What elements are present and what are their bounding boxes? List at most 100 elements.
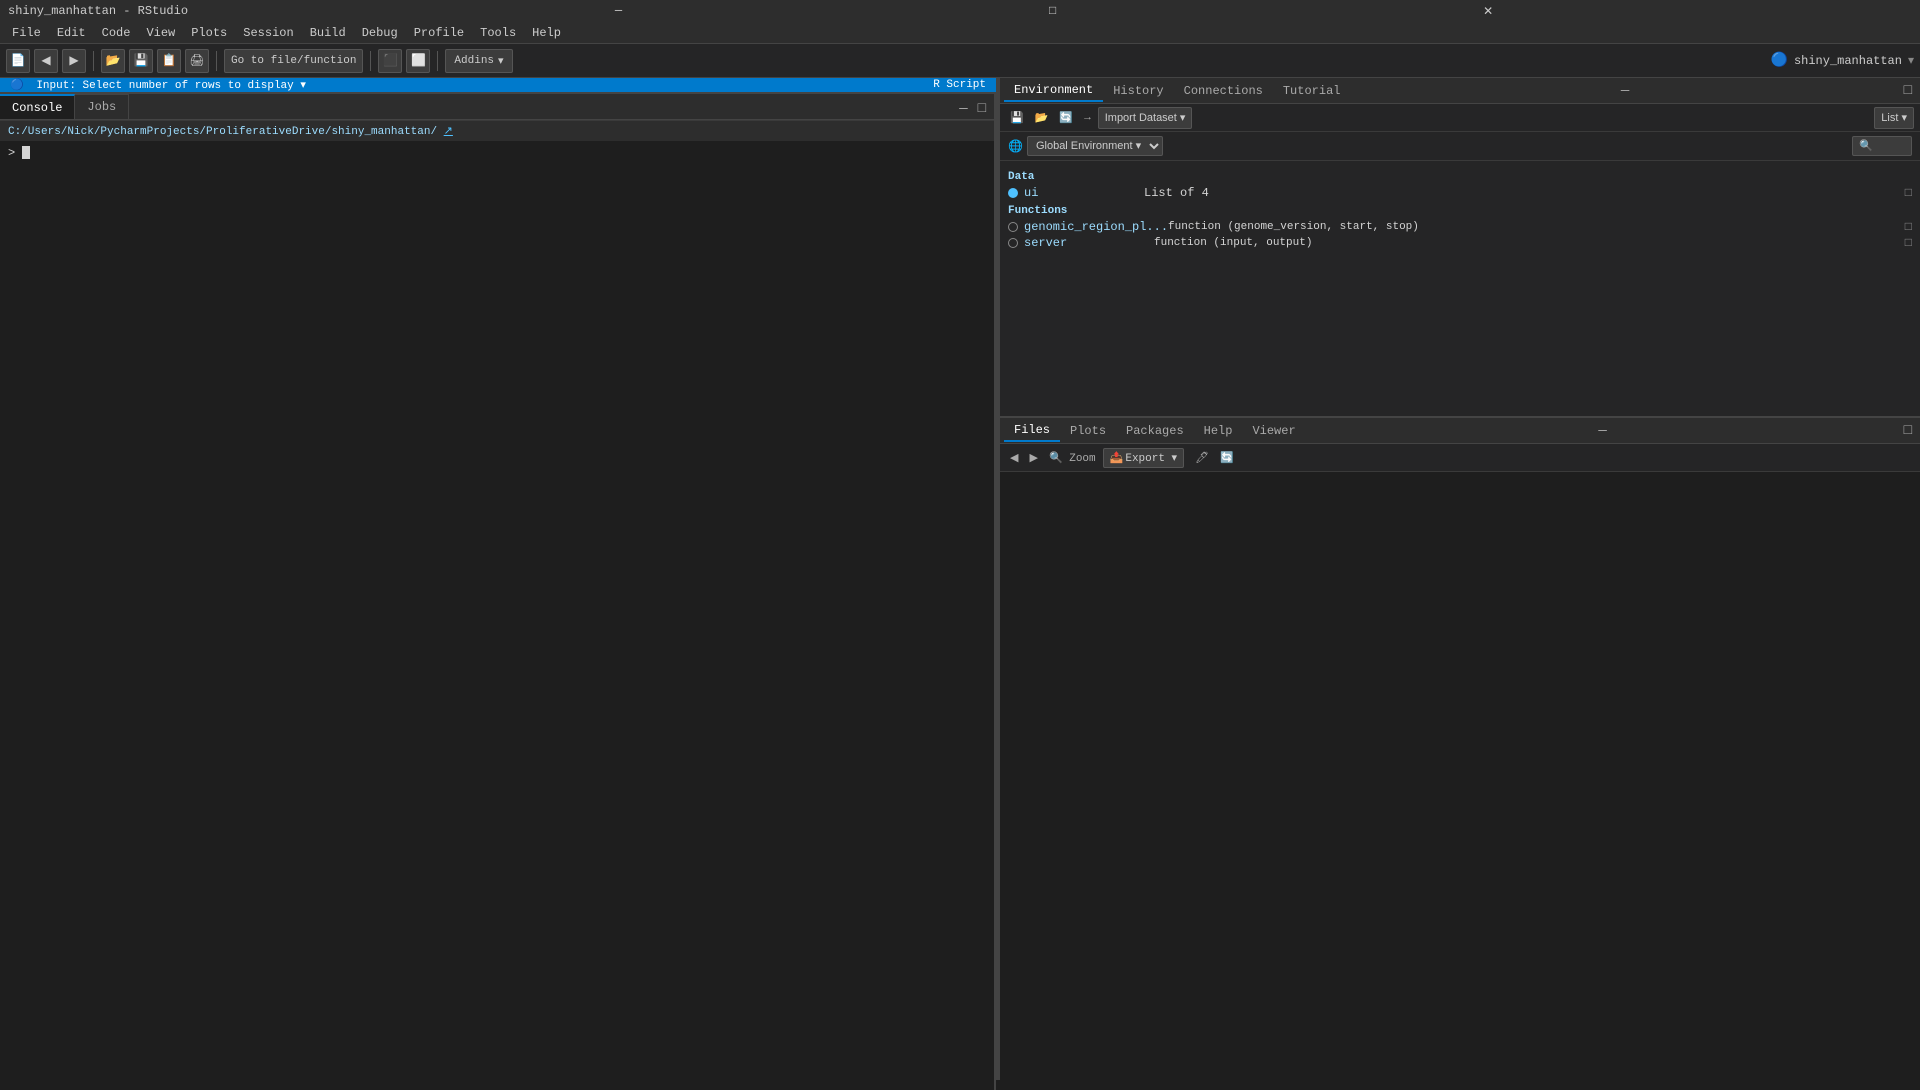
menu-session[interactable]: Session (235, 24, 301, 42)
right-top-expand-btn[interactable]: □ (1900, 83, 1916, 99)
project-icon: 🔵 (1771, 52, 1788, 69)
toolbar-forward-btn[interactable]: ▶ (62, 49, 86, 73)
tab-console[interactable]: Console (0, 94, 75, 119)
menu-bar: File Edit Code View Plots Session Build … (0, 22, 1920, 44)
files-tab-viewer[interactable]: Viewer (1242, 421, 1305, 441)
menu-code[interactable]: Code (94, 24, 139, 42)
addins-label: Addins (454, 55, 494, 67)
tab-console-label: Console (12, 101, 62, 115)
menu-help[interactable]: Help (524, 24, 569, 42)
files-tb-back[interactable]: ◀ (1006, 450, 1022, 466)
save-btn[interactable]: 💾 (129, 49, 153, 73)
console-prompt: > (8, 146, 15, 160)
import-dataset-btn[interactable]: Import Dataset ▾ (1098, 107, 1193, 129)
project-name: shiny_manhattan (1794, 54, 1902, 68)
env-row-genomic[interactable]: genomic_region_pl... function (genome_ve… (1008, 219, 1912, 235)
toolbar-icon5[interactable]: ⬜ (406, 49, 430, 73)
new-file-btn[interactable]: 📄 (6, 49, 30, 73)
go-to-file-label: Go to file/function (231, 55, 356, 67)
env-name-genomic: genomic_region_pl... (1024, 220, 1168, 234)
console-collapse-btn[interactable]: — (955, 99, 971, 119)
tab-jobs-label: Jobs (87, 100, 116, 114)
status-right: R Script (933, 79, 986, 91)
files-expand-btn[interactable]: □ (1900, 423, 1916, 439)
right-top-collapse-btn[interactable]: — (1617, 83, 1633, 99)
addins-btn[interactable]: Addins ▾ (445, 49, 512, 73)
print-btn[interactable]: 🖨 (185, 49, 209, 73)
console-content[interactable]: > (0, 141, 994, 1090)
right-top: Environment History Connections Tutorial… (1000, 78, 1920, 418)
env-circle-ui (1008, 188, 1018, 198)
main-layout: server.R ✕ app.R* ✕ ◀ ▶ — □ ◀ ▶ ↩ (0, 78, 1920, 1080)
status-bar: 🔵 Input: Select number of rows to displa… (0, 78, 996, 92)
data-section-label: Data (1008, 171, 1912, 183)
export-btn[interactable]: 📤 Export ▾ (1103, 448, 1184, 468)
env-expand-ui[interactable]: □ (1905, 186, 1912, 200)
files-tab-packages[interactable]: Packages (1116, 421, 1194, 441)
toolbar-sep1 (93, 51, 94, 71)
menu-build[interactable]: Build (302, 24, 354, 42)
right-tab-history[interactable]: History (1103, 81, 1173, 101)
env-row-ui[interactable]: ui List of 4 □ (1008, 185, 1912, 201)
console-cursor (22, 146, 30, 159)
env-toolbar: 💾 📂 🔄 → Import Dataset ▾ List ▾ (1000, 104, 1920, 132)
toolbar-sep4 (437, 51, 438, 71)
env-tb-icon3[interactable]: 🔄 (1055, 110, 1077, 126)
env-tb-icon1[interactable]: 💾 (1006, 110, 1028, 126)
env-selector[interactable]: Global Environment ▾ (1027, 136, 1163, 156)
menu-file[interactable]: File (4, 24, 49, 42)
env-tb-icon4[interactable]: → (1080, 111, 1095, 125)
close-btn[interactable]: ✕ (1483, 4, 1493, 19)
files-tb-icon3[interactable]: 🖊 (1191, 450, 1213, 466)
app-title: shiny_manhattan - RStudio (8, 4, 188, 18)
console-tab-bar: Console Jobs — □ (0, 94, 994, 120)
title-bar: shiny_manhattan - RStudio ─ □ ✕ (0, 0, 1920, 22)
env-value-ui: List of 4 (1144, 186, 1209, 200)
env-value-server: function (input, output) (1154, 237, 1312, 249)
files-tb-forward[interactable]: ▶ (1025, 450, 1041, 466)
menu-view[interactable]: View (138, 24, 183, 42)
right-bottom: Files Plots Packages Help Viewer — □ ◀ ▶… (1000, 418, 1920, 1080)
menu-plots[interactable]: Plots (183, 24, 235, 42)
console-path-bar[interactable]: C:/Users/Nick/PycharmProjects/Proliferat… (0, 120, 994, 141)
files-collapse-btn[interactable]: — (1594, 423, 1610, 439)
list-btn[interactable]: List ▾ (1874, 107, 1914, 129)
console-tab-actions: — □ (951, 99, 994, 119)
env-name-server: server (1024, 236, 1154, 250)
minimize-btn[interactable]: ─ (615, 4, 622, 18)
files-tb-icon4[interactable]: 🔄 (1216, 450, 1238, 466)
save-all-btn[interactable]: 📋 (157, 49, 181, 73)
export-icon: 📤 (1110, 451, 1124, 465)
files-tab-help[interactable]: Help (1194, 421, 1243, 441)
env-expand-genomic[interactable]: □ (1905, 220, 1912, 234)
right-tab-connections[interactable]: Connections (1174, 81, 1273, 101)
right-top-tab-bar: Environment History Connections Tutorial… (1000, 78, 1920, 104)
files-tb-zoom[interactable]: 🔍 Zoom (1045, 450, 1100, 466)
menu-profile[interactable]: Profile (406, 24, 472, 42)
toolbar-back-btn[interactable]: ◀ (34, 49, 58, 73)
right-tab-tutorial[interactable]: Tutorial (1273, 81, 1351, 101)
maximize-btn[interactable]: □ (1049, 4, 1056, 18)
status-left[interactable]: 🔵 Input: Select number of rows to displa… (10, 78, 933, 92)
list-label: List ▾ (1881, 111, 1907, 124)
console-path-link[interactable]: ↗ (444, 126, 453, 138)
status-input-msg: Input: Select number of rows to display … (36, 80, 306, 92)
console-expand-btn[interactable]: □ (974, 99, 990, 119)
menu-edit[interactable]: Edit (49, 24, 94, 42)
export-label: Export ▾ (1125, 451, 1177, 465)
go-to-file-btn[interactable]: Go to file/function (224, 49, 363, 73)
env-search[interactable] (1852, 136, 1912, 156)
right-tab-environment[interactable]: Environment (1004, 80, 1103, 102)
toolbar-icon4[interactable]: ⬛ (378, 49, 402, 73)
files-tab-plots[interactable]: Plots (1060, 421, 1116, 441)
menu-tools[interactable]: Tools (472, 24, 524, 42)
open-file-btn[interactable]: 📂 (101, 49, 125, 73)
menu-debug[interactable]: Debug (354, 24, 406, 42)
env-tb-icon2[interactable]: 📂 (1031, 110, 1053, 126)
env-row-server[interactable]: server function (input, output) □ (1008, 235, 1912, 251)
env-expand-server[interactable]: □ (1905, 236, 1912, 250)
files-tab-files[interactable]: Files (1004, 420, 1060, 442)
import-dataset-label: Import Dataset ▾ (1105, 111, 1186, 124)
tab-jobs[interactable]: Jobs (75, 94, 129, 119)
env-circle-genomic (1008, 222, 1018, 232)
